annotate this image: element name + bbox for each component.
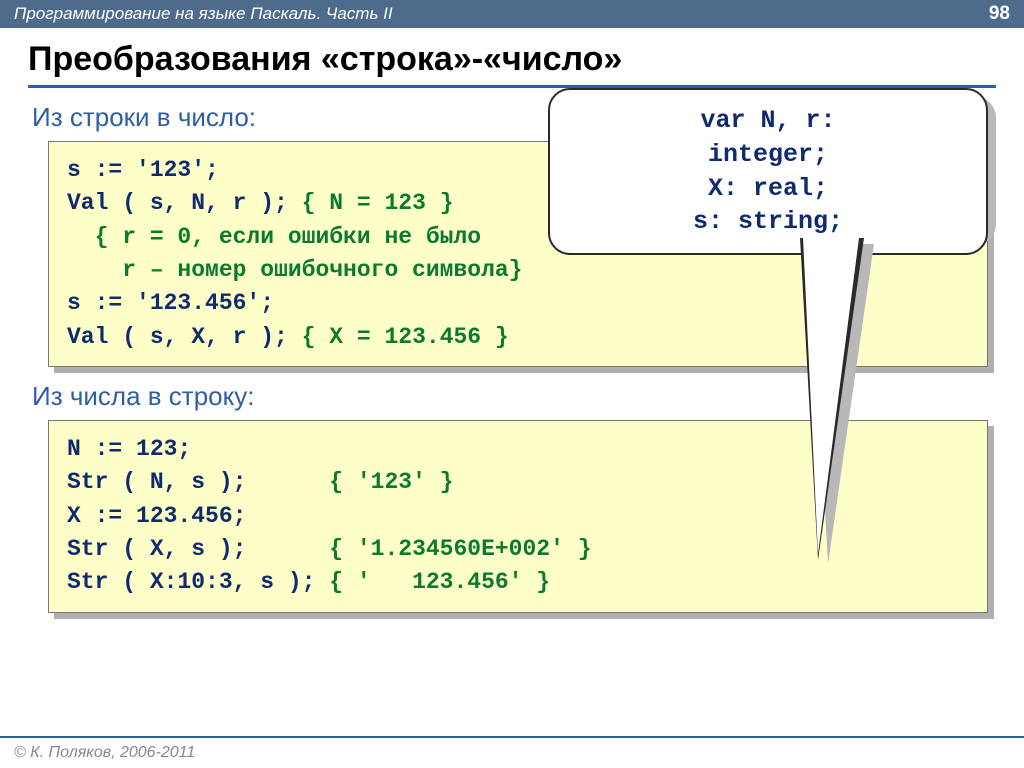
callout-line: integer; (570, 138, 966, 172)
code-var: N (191, 190, 205, 216)
copyright: © К. Поляков, 2006-2011 (14, 744, 195, 761)
code-line: , r ); (205, 324, 302, 350)
callout-line: X: real; (570, 172, 966, 206)
code-comment: { N = 123 } (302, 190, 454, 216)
code-line: Str ( N, s ); (67, 469, 329, 495)
code-line: Str ( X:10:3, s ); (67, 569, 329, 595)
code-line: Str ( X, s ); (67, 536, 329, 562)
code-line: s := '123'; (67, 157, 219, 183)
topbar: Программирование на языке Паскаль. Часть… (0, 0, 1024, 28)
code-line: N := 123; (67, 436, 191, 462)
code-comment: { X = 123.456 } (302, 324, 509, 350)
breadcrumb: Программирование на языке Паскаль. Часть… (14, 4, 393, 24)
code-comment: { ' 123.456' } (329, 569, 550, 595)
callout-line: s: string; (570, 205, 966, 239)
slide-title: Преобразования «строка»-«число» (28, 36, 996, 88)
footer: © К. Поляков, 2006-2011 (0, 736, 1024, 768)
callout: var N, r: integer; X: real; s: string; (548, 88, 998, 255)
code-var: X (191, 324, 205, 350)
code-line: s := '123.456'; (67, 290, 274, 316)
code-line: Val ( s, (67, 324, 191, 350)
code-comment: { r = 0, если ошибки не было (67, 224, 481, 250)
code-comment: { '1.234560E+002' } (329, 536, 591, 562)
callout-bubble: var N, r: integer; X: real; s: string; (548, 88, 988, 255)
code-line: , r ); (205, 190, 302, 216)
code-line: X := 123.456; (67, 503, 246, 529)
code-comment: r – номер ошибочного символа} (67, 257, 522, 283)
code-line: Val ( s, (67, 190, 191, 216)
code-comment: { '123' } (329, 469, 453, 495)
page-number: 98 (989, 3, 1010, 25)
callout-line: var N, r: (570, 104, 966, 138)
